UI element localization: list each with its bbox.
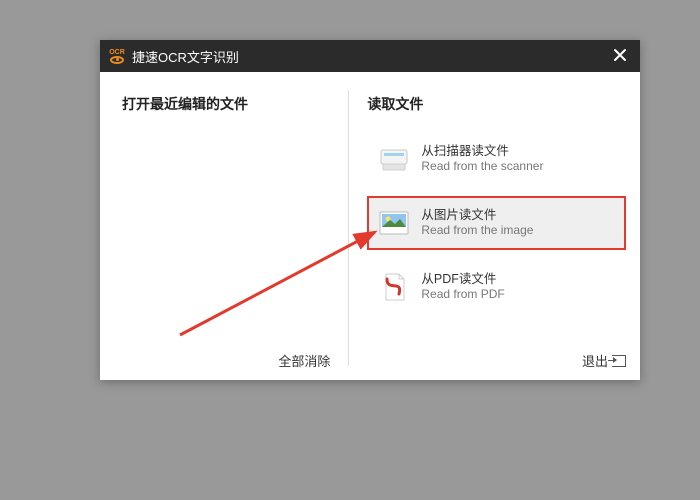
option-label-cn: 从PDF读文件 — [421, 271, 504, 287]
close-icon — [613, 47, 627, 65]
scanner-icon — [377, 142, 411, 176]
option-label-en: Read from the image — [421, 223, 533, 239]
recent-files-heading: 打开最近编辑的文件 — [122, 94, 330, 114]
close-button[interactable] — [606, 42, 634, 70]
exit-icon — [612, 355, 626, 367]
option-label-en: Read from the scanner — [421, 159, 543, 175]
option-label-cn: 从扫描器读文件 — [421, 143, 543, 159]
read-file-pane: 读取文件 从扫描器读文件 Read from the scanner — [349, 72, 640, 380]
image-icon — [377, 206, 411, 240]
read-from-pdf-option[interactable]: 从PDF读文件 Read from PDF — [367, 260, 626, 314]
recent-files-pane: 打开最近编辑的文件 全部消除 — [100, 72, 348, 380]
read-from-image-option[interactable]: 从图片读文件 Read from the image — [367, 196, 626, 250]
titlebar: OCR 捷速OCR文字识别 — [100, 40, 640, 72]
option-label-en: Read from PDF — [421, 287, 504, 303]
window-title: 捷速OCR文字识别 — [132, 47, 606, 66]
read-from-scanner-option[interactable]: 从扫描器读文件 Read from the scanner — [367, 132, 626, 186]
option-label-cn: 从图片读文件 — [421, 207, 533, 223]
ocr-start-dialog: OCR 捷速OCR文字识别 打开最近编辑的文件 全部消除 读取文件 — [100, 40, 640, 380]
exit-link[interactable]: 退出 — [582, 351, 626, 370]
read-options-list: 从扫描器读文件 Read from the scanner — [367, 132, 626, 314]
clear-all-link[interactable]: 全部消除 — [278, 351, 330, 370]
dialog-body: 打开最近编辑的文件 全部消除 读取文件 从 — [100, 72, 640, 380]
pdf-icon — [377, 270, 411, 304]
read-file-heading: 读取文件 — [367, 94, 626, 114]
app-logo-icon: OCR — [106, 45, 128, 67]
exit-label: 退出 — [582, 351, 608, 370]
